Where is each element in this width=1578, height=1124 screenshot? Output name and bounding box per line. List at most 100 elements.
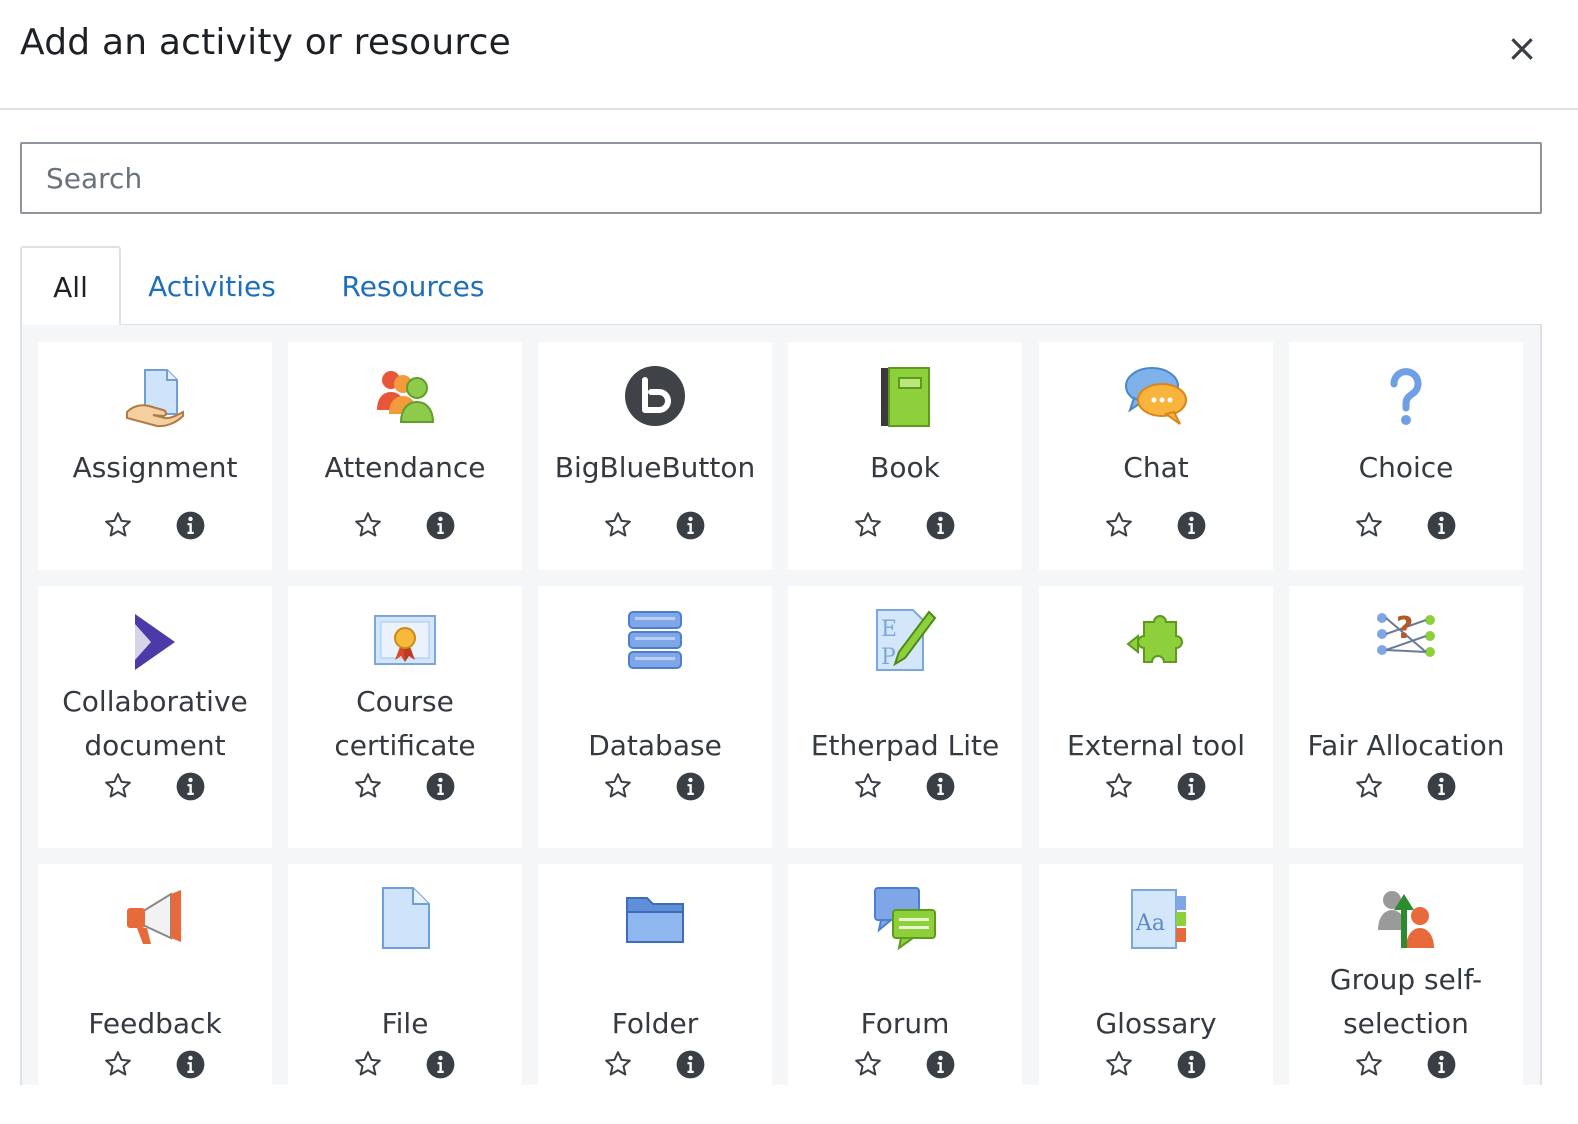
star-icon[interactable] xyxy=(852,509,884,541)
svg-text:?: ? xyxy=(1396,611,1413,646)
info-icon[interactable] xyxy=(174,1048,206,1080)
star-icon[interactable] xyxy=(1103,770,1135,802)
tab-all[interactable]: All xyxy=(20,246,121,328)
activity-label: Glossary xyxy=(1095,1007,1217,1040)
info-icon[interactable] xyxy=(674,509,706,541)
chat-icon xyxy=(1124,364,1188,428)
activity-label-line: document xyxy=(84,729,226,762)
star-icon[interactable] xyxy=(352,1048,384,1080)
activity-label: Etherpad Lite xyxy=(810,729,1000,762)
tab-bar: All Activities Resources xyxy=(20,246,1542,328)
star-icon[interactable] xyxy=(1353,770,1385,802)
book-icon xyxy=(873,364,937,428)
activity-card-course-certificate[interactable]: Course certificate xyxy=(288,586,522,848)
collaborative-document-icon xyxy=(123,608,187,672)
fair-allocation-icon: ? xyxy=(1374,608,1438,672)
activity-card-book[interactable]: Book xyxy=(788,342,1022,570)
info-icon[interactable] xyxy=(424,509,456,541)
activity-card-assignment[interactable]: Assignment xyxy=(38,342,272,570)
activity-card-external-tool[interactable]: External tool xyxy=(1039,586,1273,848)
activity-label-line: Course xyxy=(356,685,454,718)
activity-card-bigbluebutton[interactable]: BigBlueButton xyxy=(538,342,772,570)
svg-text:P: P xyxy=(881,645,896,670)
group-self-selection-icon xyxy=(1374,886,1438,950)
star-icon[interactable] xyxy=(852,1048,884,1080)
activity-card-feedback[interactable]: Feedback xyxy=(38,864,272,1124)
star-icon[interactable] xyxy=(102,509,134,541)
etherpad-lite-icon: E P xyxy=(873,608,937,672)
assignment-icon xyxy=(123,364,187,428)
activity-label-line: selection xyxy=(1343,1007,1469,1040)
activity-card-choice[interactable]: Choice xyxy=(1289,342,1523,570)
modal-header: Add an activity or resource × xyxy=(0,0,1578,110)
activity-label: BigBlueButton xyxy=(554,451,756,484)
svg-text:E: E xyxy=(881,617,897,642)
activity-card-chat[interactable]: Chat xyxy=(1039,342,1273,570)
external-tool-icon xyxy=(1124,608,1188,672)
star-icon[interactable] xyxy=(352,770,384,802)
activity-label: External tool xyxy=(1066,729,1246,762)
info-icon[interactable] xyxy=(924,1048,956,1080)
star-icon[interactable] xyxy=(1353,1048,1385,1080)
activity-label-line: Collaborative xyxy=(62,685,248,718)
star-icon[interactable] xyxy=(852,770,884,802)
activity-label: Forum xyxy=(860,1007,950,1040)
activity-label: Attendance xyxy=(324,451,486,484)
tab-activities[interactable]: Activities xyxy=(142,246,282,326)
modal-title: Add an activity or resource xyxy=(20,22,511,63)
star-icon[interactable] xyxy=(352,509,384,541)
activity-label-line: certificate xyxy=(334,729,476,762)
close-button[interactable]: × xyxy=(1502,28,1542,68)
activity-card-forum[interactable]: Forum xyxy=(788,864,1022,1124)
activity-label: Feedback xyxy=(88,1007,222,1040)
activity-card-database[interactable]: Database xyxy=(538,586,772,848)
info-icon[interactable] xyxy=(1425,770,1457,802)
star-icon[interactable] xyxy=(602,509,634,541)
info-icon[interactable] xyxy=(1425,1048,1457,1080)
star-icon[interactable] xyxy=(1103,509,1135,541)
info-icon[interactable] xyxy=(674,1048,706,1080)
activity-card-fair-allocation[interactable]: ? Fair Allocation xyxy=(1289,586,1523,848)
info-icon[interactable] xyxy=(1175,509,1207,541)
activity-card-glossary[interactable]: Aa Glossary xyxy=(1039,864,1273,1124)
activity-label: Fair Allocation xyxy=(1307,729,1505,762)
star-icon[interactable] xyxy=(1103,1048,1135,1080)
database-icon xyxy=(623,608,687,672)
star-icon[interactable] xyxy=(602,1048,634,1080)
activity-label: Database xyxy=(588,729,722,762)
activity-label: Book xyxy=(870,451,940,484)
activity-label: Assignment xyxy=(72,451,238,484)
activity-grid: Assignment Attendance BigBlueButton Book… xyxy=(20,325,1542,1124)
info-icon[interactable] xyxy=(924,770,956,802)
activity-card-file[interactable]: File xyxy=(288,864,522,1124)
star-icon[interactable] xyxy=(102,1048,134,1080)
attendance-icon xyxy=(373,364,437,428)
tab-resources[interactable]: Resources xyxy=(328,246,498,326)
choice-icon xyxy=(1374,364,1438,428)
info-icon[interactable] xyxy=(1425,509,1457,541)
activity-label: Folder xyxy=(611,1007,699,1040)
feedback-icon xyxy=(123,886,187,950)
close-icon: × xyxy=(1506,26,1538,70)
activity-card-etherpad-lite[interactable]: E P Etherpad Lite xyxy=(788,586,1022,848)
info-icon[interactable] xyxy=(674,770,706,802)
info-icon[interactable] xyxy=(174,770,206,802)
activity-card-group-self-selection[interactable]: Group self-selection xyxy=(1289,864,1523,1124)
activity-label-line: Group self- xyxy=(1329,963,1483,996)
info-icon[interactable] xyxy=(424,770,456,802)
activity-card-attendance[interactable]: Attendance xyxy=(288,342,522,570)
folder-icon xyxy=(623,886,687,950)
info-icon[interactable] xyxy=(424,1048,456,1080)
star-icon[interactable] xyxy=(102,770,134,802)
star-icon[interactable] xyxy=(602,770,634,802)
info-icon[interactable] xyxy=(1175,770,1207,802)
forum-icon xyxy=(873,886,937,951)
activity-card-folder[interactable]: Folder xyxy=(538,864,772,1124)
activity-card-collaborative-document[interactable]: Collaborative document xyxy=(38,586,272,848)
info-icon[interactable] xyxy=(1175,1048,1207,1080)
info-icon[interactable] xyxy=(924,509,956,541)
info-icon[interactable] xyxy=(174,509,206,541)
star-icon[interactable] xyxy=(1353,509,1385,541)
glossary-icon: Aa xyxy=(1124,886,1188,950)
search-input[interactable] xyxy=(20,142,1542,214)
